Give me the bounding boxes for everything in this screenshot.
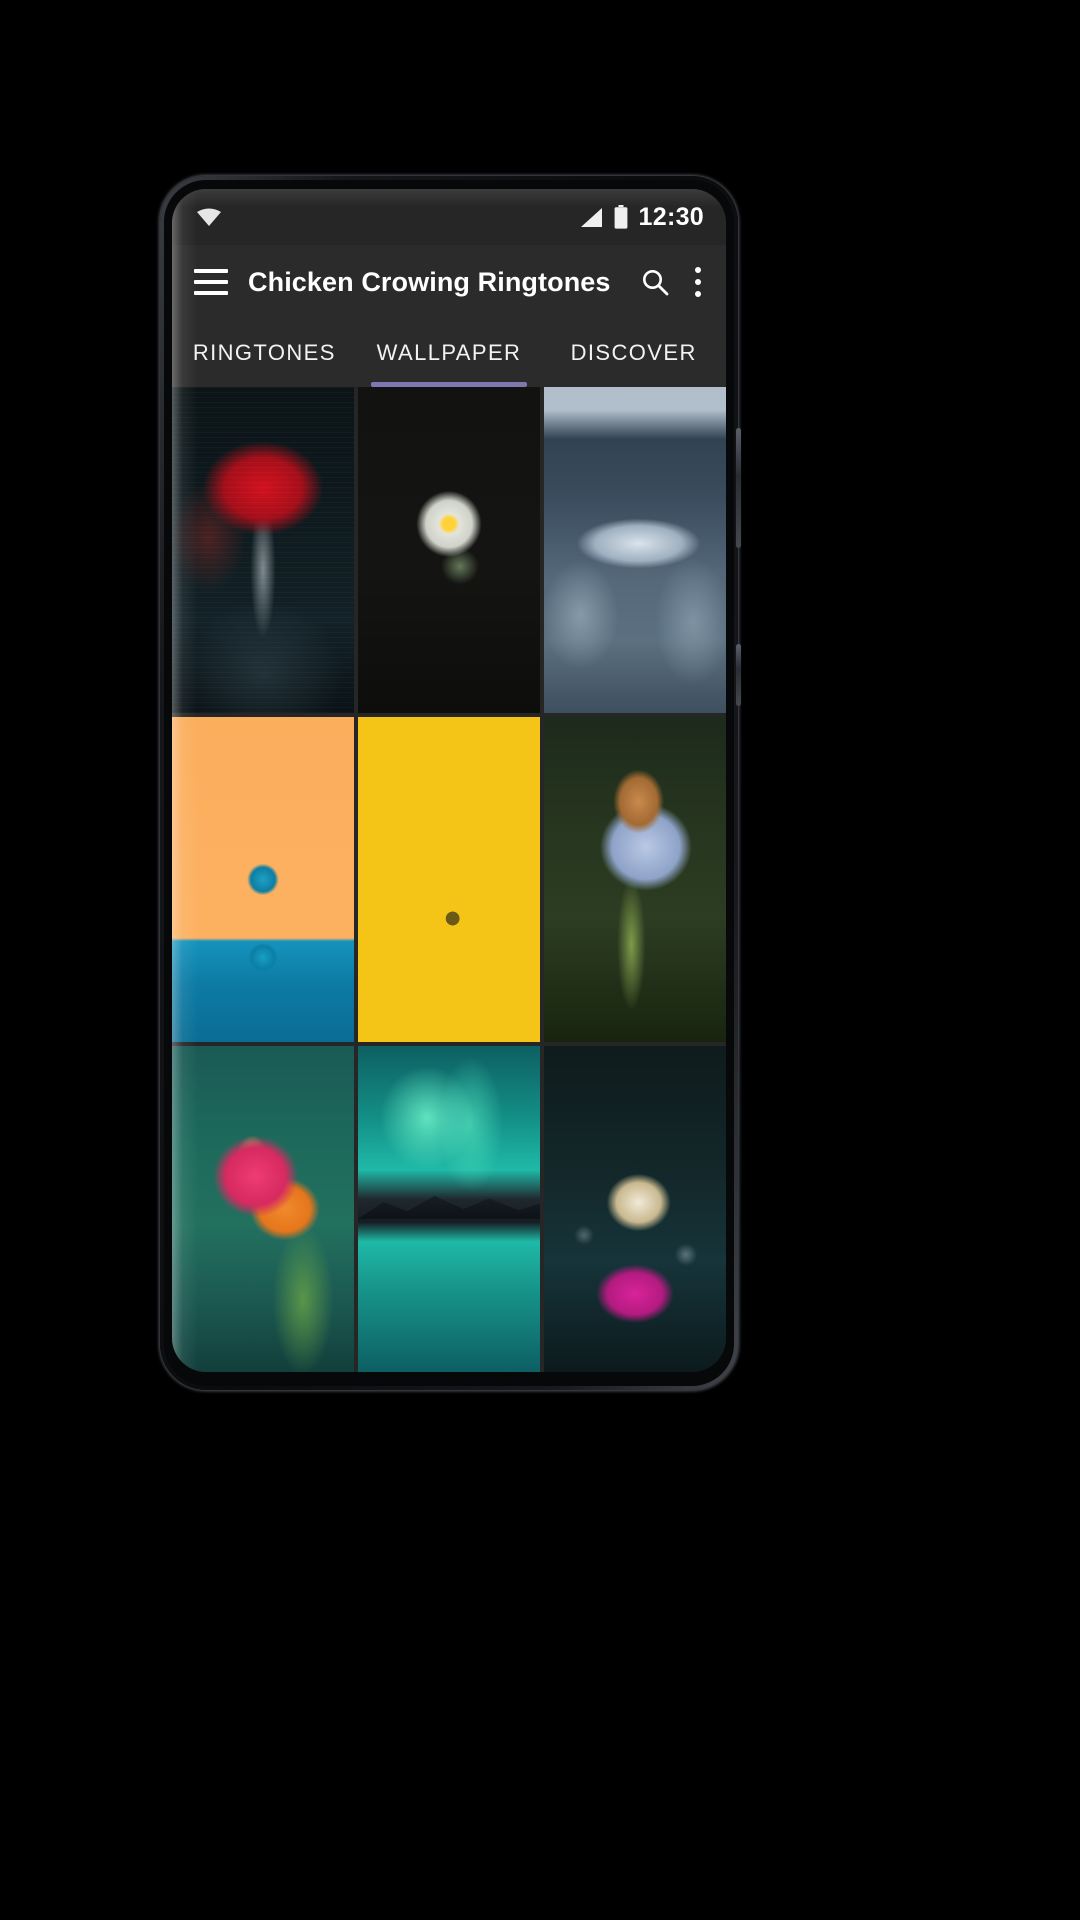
wallpaper-thumb-agapanthus-bud[interactable] xyxy=(544,716,726,1043)
tab-bar: RINGTONES WALLPAPER DISCOVER xyxy=(172,319,726,387)
signal-icon xyxy=(579,207,603,228)
wallpaper-image xyxy=(544,1046,726,1372)
status-bar-clock: 12:30 xyxy=(638,202,704,231)
wallpaper-image xyxy=(172,716,354,1043)
power-button[interactable] xyxy=(736,428,741,548)
app-bar: Chicken Crowing Ringtones xyxy=(172,245,726,319)
wallpaper-image xyxy=(172,387,354,713)
status-bar: 12:30 xyxy=(172,189,726,245)
wallpaper-thumb-water-drop-orange[interactable] xyxy=(172,716,354,1043)
wifi-icon xyxy=(196,207,222,227)
tab-wallpaper[interactable]: WALLPAPER xyxy=(357,319,542,387)
tab-discover[interactable]: DISCOVER xyxy=(541,319,726,387)
search-icon[interactable] xyxy=(640,267,670,297)
wallpaper-thumb-sunflower-field[interactable] xyxy=(358,716,540,1043)
wallpaper-image xyxy=(544,716,726,1043)
page-title: Chicken Crowing Ringtones xyxy=(248,266,611,297)
phone-bezel: 12:30 Chicken Crowing Ringtones RINGTONE… xyxy=(164,180,734,1386)
wallpaper-thumb-white-flower-dark[interactable] xyxy=(358,387,540,713)
hamburger-menu-icon[interactable] xyxy=(194,269,228,295)
tab-ringtones[interactable]: RINGTONES xyxy=(172,319,357,387)
wallpaper-image xyxy=(172,1046,354,1372)
volume-button[interactable] xyxy=(736,644,741,706)
overflow-menu-icon[interactable] xyxy=(690,265,706,299)
wallpaper-image xyxy=(358,716,540,1043)
wallpaper-grid xyxy=(172,387,726,1372)
status-bar-right: 12:30 xyxy=(579,203,704,232)
tab-discover-label: DISCOVER xyxy=(570,340,697,365)
battery-icon xyxy=(614,205,628,229)
wallpaper-image xyxy=(358,1046,540,1372)
wallpaper-image xyxy=(544,387,726,713)
wallpaper-thumb-butterfly-pink-flower[interactable] xyxy=(544,1046,726,1372)
tab-wallpaper-label: WALLPAPER xyxy=(376,340,522,365)
tab-ringtones-label: RINGTONES xyxy=(192,340,336,365)
screenshot-stage: 12:30 Chicken Crowing Ringtones RINGTONE… xyxy=(0,0,1080,1920)
wallpaper-thumb-red-umbrella-rain[interactable] xyxy=(172,387,354,713)
status-bar-left xyxy=(196,207,222,227)
phone-device-frame: 12:30 Chicken Crowing Ringtones RINGTONE… xyxy=(160,176,741,1390)
wallpaper-thumb-pink-orange-lily[interactable] xyxy=(172,1046,354,1372)
phone-screen: 12:30 Chicken Crowing Ringtones RINGTONE… xyxy=(172,189,726,1372)
wallpaper-thumb-aurora-mountain-lake[interactable] xyxy=(358,1046,540,1372)
app-bar-actions xyxy=(640,265,706,299)
wallpaper-image xyxy=(358,387,540,713)
wallpaper-thumb-snowy-winter-bench[interactable] xyxy=(544,387,726,713)
